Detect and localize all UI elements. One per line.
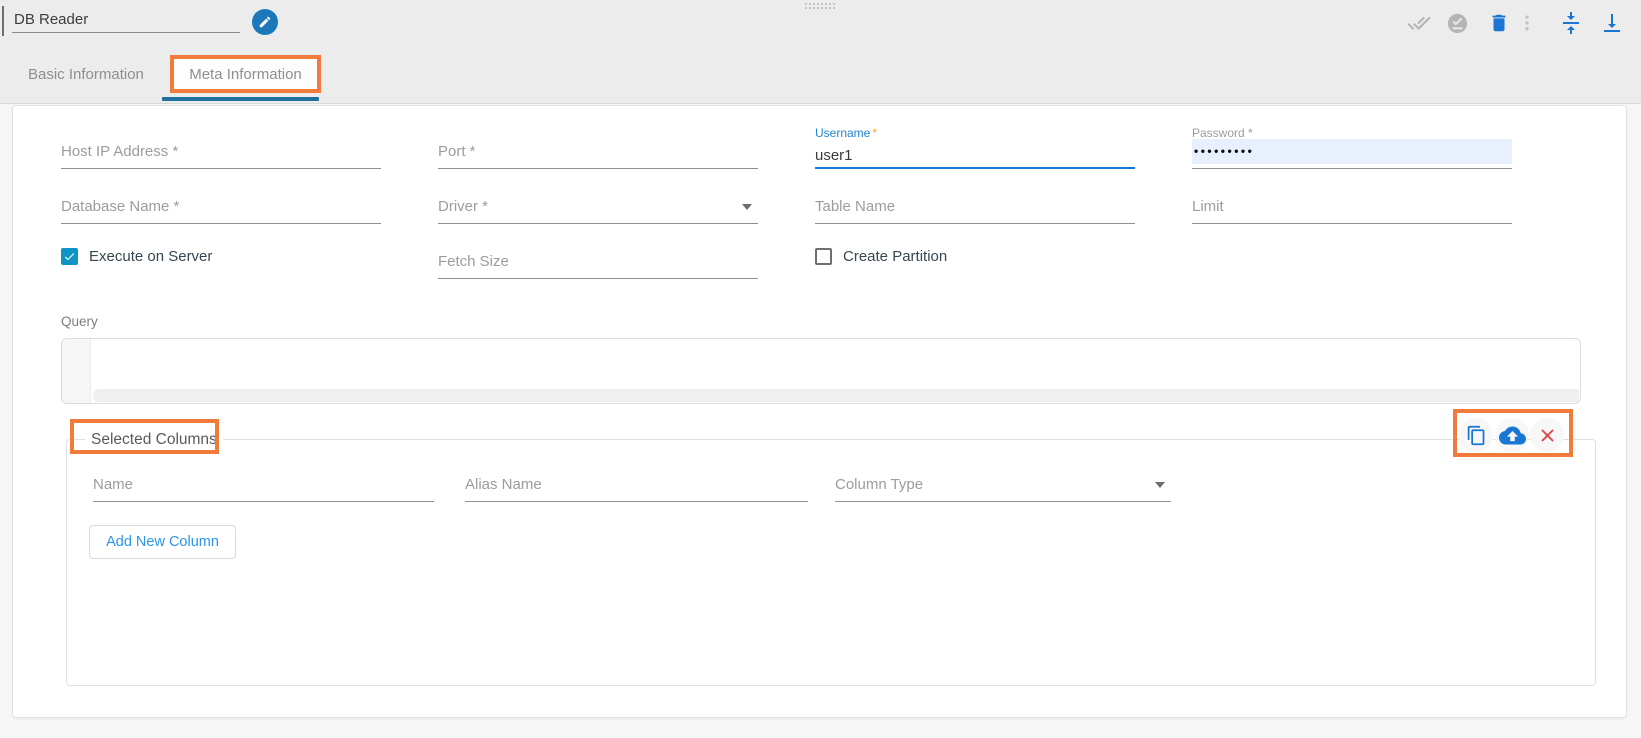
- create-partition-label: Create Partition: [843, 248, 947, 265]
- done-all-icon: [1407, 11, 1431, 35]
- chevron-down-icon: [742, 204, 752, 210]
- drag-handle[interactable]: [805, 3, 835, 9]
- alias-name-label: Alias Name: [465, 476, 542, 493]
- column-name-field[interactable]: Name: [93, 462, 434, 502]
- query-editor-gutter: [62, 339, 91, 403]
- required-asterisk: *: [872, 126, 877, 140]
- password-masked-value[interactable]: •••••••••: [1194, 144, 1254, 158]
- limit-label: Limit: [1192, 198, 1224, 215]
- node-toolbar: [1406, 10, 1625, 36]
- column-name-label: Name: [93, 476, 133, 493]
- vertical-align-bottom-icon: [1600, 11, 1624, 35]
- active-tab-indicator: [162, 97, 319, 101]
- more-options-button[interactable]: [1518, 10, 1536, 36]
- username-label: Username: [815, 126, 870, 140]
- pencil-icon: [258, 15, 272, 29]
- fetch-size-label: Fetch Size: [438, 253, 509, 270]
- add-new-column-button[interactable]: Add New Column: [89, 525, 236, 559]
- database-name-field[interactable]: Database Name *: [61, 184, 381, 224]
- check-circle-button[interactable]: [1444, 10, 1470, 36]
- tab-basic-information[interactable]: Basic Information: [28, 66, 144, 83]
- execute-on-server-checkbox[interactable]: Execute on Server: [61, 248, 212, 265]
- create-partition-checkbox[interactable]: Create Partition: [815, 248, 947, 265]
- meta-information-panel: Host IP Address * Port * Username* Passw…: [12, 105, 1627, 718]
- query-editor-hscrollbar[interactable]: [93, 389, 1579, 402]
- column-type-label: Column Type: [835, 476, 923, 493]
- trash-icon: [1488, 12, 1510, 34]
- host-ip-label: Host IP Address *: [61, 143, 178, 160]
- annotation-box-selected-columns: [70, 419, 219, 454]
- checkbox-checked-icon[interactable]: [61, 248, 78, 265]
- done-all-button[interactable]: [1406, 10, 1432, 36]
- checkbox-unchecked-icon[interactable]: [815, 248, 832, 265]
- chevron-down-icon: [1155, 482, 1165, 488]
- username-input[interactable]: [815, 147, 1135, 164]
- top-bar: Basic Information Meta Information: [0, 0, 1641, 104]
- collapse-button[interactable]: [1558, 10, 1584, 36]
- vertical-align-center-icon: [1559, 11, 1583, 35]
- database-name-label: Database Name *: [61, 198, 179, 215]
- table-name-label: Table Name: [815, 198, 895, 215]
- delete-button[interactable]: [1486, 10, 1512, 36]
- port-label: Port *: [438, 143, 476, 160]
- alias-name-field[interactable]: Alias Name: [465, 462, 808, 502]
- driver-label: Driver *: [438, 198, 488, 215]
- password-label: Password *: [1192, 126, 1253, 140]
- fetch-size-field[interactable]: Fetch Size: [438, 239, 758, 279]
- check-circle-icon: [1446, 12, 1469, 35]
- table-name-field[interactable]: Table Name: [815, 184, 1135, 224]
- driver-select[interactable]: Driver *: [438, 184, 758, 224]
- port-field[interactable]: Port *: [438, 129, 758, 169]
- username-field[interactable]: Username*: [815, 129, 1135, 169]
- more-vertical-icon: [1517, 13, 1537, 33]
- execute-on-server-label: Execute on Server: [89, 248, 212, 265]
- annotation-box-column-actions: [1453, 409, 1573, 457]
- download-button[interactable]: [1599, 10, 1625, 36]
- column-type-select[interactable]: Column Type: [835, 462, 1171, 502]
- host-ip-field[interactable]: Host IP Address *: [61, 129, 381, 169]
- edit-title-button[interactable]: [252, 9, 278, 35]
- panel-edge-handle: [2, 6, 4, 36]
- tab-meta-information[interactable]: Meta Information: [189, 66, 302, 83]
- annotation-box-meta-tab: Meta Information: [170, 55, 321, 93]
- node-title-input[interactable]: [12, 6, 240, 33]
- limit-field[interactable]: Limit: [1192, 184, 1512, 224]
- query-editor[interactable]: [61, 338, 1581, 404]
- password-field[interactable]: Password * •••••••••: [1192, 129, 1512, 169]
- query-label: Query: [61, 314, 98, 329]
